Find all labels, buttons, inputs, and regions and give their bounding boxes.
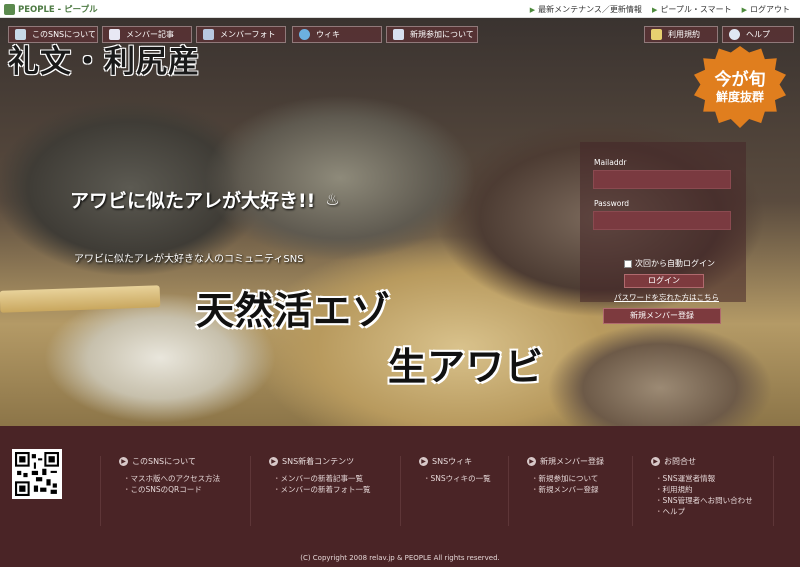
footer-col-signup: ▶ 新規メンバー登録 新規参加について 新規メンバー登録 <box>508 456 626 526</box>
arrow-icon: ▶ <box>651 5 658 14</box>
people-icon <box>393 29 404 40</box>
footer-link[interactable]: SNS運営者情報 <box>651 473 773 484</box>
nav-label: メンバー記事 <box>126 30 174 39</box>
copyright-text: (C) Copyright 2008 relav.jp & PEOPLE All… <box>300 554 500 562</box>
footer-link[interactable]: 利用規約 <box>651 484 773 495</box>
hot-spring-icon: ♨ <box>325 190 340 209</box>
link-label: ログアウト <box>750 5 790 14</box>
footer-heading: ▶ SNS新着コンテンツ <box>269 456 400 467</box>
brand-name: PEOPLE - ピープル <box>18 5 98 15</box>
nav-item-help[interactable]: ヘルプ <box>722 26 794 43</box>
document-icon <box>109 29 120 40</box>
hero-banner: 礼文・利尻産 このSNSについて メンバー記事 メンバーフォト ウィキ 新規参加… <box>0 18 800 426</box>
link-label: ピープル・スマート <box>660 5 732 14</box>
seal-line-1: 今が旬 <box>714 69 766 90</box>
footer-col-contact: ▶ お問合せ SNS運営者情報 利用規約 SNS管理者へお問い合わせ ヘルプ <box>632 456 774 526</box>
footer-col-about: ▶ このSNSについて マスホ版へのアクセス方法 このSNSのQRコード <box>100 456 250 526</box>
arrow-icon: ▶ <box>527 457 536 466</box>
nav-item-member-articles[interactable]: メンバー記事 <box>102 26 192 43</box>
footer-heading: ▶ SNSウィキ <box>419 456 500 467</box>
signup-button[interactable]: 新規メンバー登録 <box>603 308 721 324</box>
qr-code-icon <box>15 452 59 496</box>
hero-big-text-1: 天然活エゾ <box>196 289 392 333</box>
nav-item-wiki[interactable]: ウィキ <box>292 26 382 43</box>
nav-item-about-sns[interactable]: このSNSについて <box>8 26 98 43</box>
arrow-icon: ▶ <box>529 5 536 14</box>
link-maintenance-info[interactable]: ▶ 最新メンテナンス／更新情報 <box>530 4 642 15</box>
auto-login-toggle[interactable]: 次回から自動ログイン <box>624 258 715 269</box>
footer-link[interactable]: マスホ版へのアクセス方法 <box>119 473 250 484</box>
footer-heading-label: SNS新着コンテンツ <box>282 457 355 466</box>
auto-login-checkbox[interactable] <box>624 259 632 268</box>
arrow-icon: ▶ <box>269 457 278 466</box>
auto-login-label: 次回から自動ログイン <box>635 259 715 268</box>
top-links: ▶ 最新メンテナンス／更新情報 ▶ ピープル・スマート ▶ ログアウト <box>530 4 790 15</box>
footer-col-new-contents: ▶ SNS新着コンテンツ メンバーの新着記事一覧 メンバーの新着フォト一覧 <box>250 456 400 526</box>
mail-label: Mailaddr <box>594 158 627 167</box>
nav-item-member-photos[interactable]: メンバーフォト <box>196 26 286 43</box>
footer-link[interactable]: ヘルプ <box>651 506 773 517</box>
password-label: Password <box>594 199 630 208</box>
forgot-password-link[interactable]: パスワードを忘れた方はこちら <box>614 292 719 303</box>
people-logo-icon <box>4 3 15 15</box>
footer-link[interactable]: このSNSのQRコード <box>119 484 250 495</box>
nav-label: このSNSについて <box>32 30 96 39</box>
pen-icon <box>651 29 662 40</box>
footer-heading: ▶ 新規メンバー登録 <box>527 456 626 467</box>
nav-label: メンバーフォト <box>220 30 276 39</box>
link-people-smart[interactable]: ▶ ピープル・スマート <box>652 4 732 15</box>
nav-label: ウィキ <box>316 30 340 39</box>
season-seal-badge: 今が旬 鮮度抜群 <box>694 46 786 128</box>
person-icon <box>15 29 26 40</box>
hero-big-text-2: 生アワビ <box>388 345 545 389</box>
link-label: 最新メンテナンス／更新情報 <box>538 5 642 14</box>
top-bar: PEOPLE - ピープル ▶ 最新メンテナンス／更新情報 ▶ ピープル・スマート … <box>0 0 800 18</box>
footer-heading: ▶ お問合せ <box>651 456 773 467</box>
footer: ▶ このSNSについて マスホ版へのアクセス方法 このSNSのQRコード ▶ SNS… <box>0 426 800 567</box>
nav-label: 新規参加について <box>410 30 474 39</box>
catchphrase-text: アワビに似たアレが大好き!! <box>70 190 316 212</box>
footer-link[interactable]: SNSウィキの一覧 <box>419 473 500 484</box>
arrow-icon: ▶ <box>419 457 428 466</box>
footer-link[interactable]: 新規参加について <box>527 473 626 484</box>
footer-heading: ▶ このSNSについて <box>119 456 250 467</box>
arrow-icon: ▶ <box>741 5 747 14</box>
footer-link[interactable]: メンバーの新着フォト一覧 <box>269 484 400 495</box>
qr-code-image <box>12 449 62 499</box>
seal-line-2: 鮮度抜群 <box>715 89 764 104</box>
login-button[interactable]: ログイン <box>624 274 704 288</box>
footer-link[interactable]: 新規メンバー登録 <box>527 484 626 495</box>
password-input[interactable] <box>593 211 731 230</box>
footer-link[interactable]: メンバーの新着記事一覧 <box>269 473 400 484</box>
hero-catchphrase: アワビに似たアレが大好き!! ♨ <box>70 186 340 213</box>
help-icon <box>729 29 740 40</box>
nav-item-join-info[interactable]: 新規参加について <box>386 26 478 43</box>
mail-input[interactable] <box>593 170 731 189</box>
chopsticks-graphic <box>0 285 161 313</box>
photo-icon <box>203 29 214 40</box>
nav-item-terms[interactable]: 利用規約 <box>644 26 718 43</box>
arrow-icon: ▶ <box>119 457 128 466</box>
login-panel: Mailaddr Password 次回から自動ログイン ログイン パスワードを… <box>580 142 746 302</box>
footer-heading-label: SNSウィキ <box>432 457 473 466</box>
hero-subtitle: アワビに似たアレが大好きな人のコミュニティSNS <box>74 254 304 265</box>
footer-col-wiki: ▶ SNSウィキ SNSウィキの一覧 <box>400 456 500 526</box>
link-logout[interactable]: ▶ ログアウト <box>742 4 790 15</box>
footer-link[interactable]: SNS管理者へお問い合わせ <box>651 495 773 506</box>
footer-heading-label: 新規メンバー登録 <box>540 457 604 466</box>
footer-heading-label: このSNSについて <box>132 457 196 466</box>
brand-logo[interactable]: PEOPLE - ピープル <box>4 3 98 15</box>
nav-label: ヘルプ <box>746 30 770 39</box>
globe-icon <box>299 29 310 40</box>
footer-heading-label: お問合せ <box>664 457 696 466</box>
arrow-icon: ▶ <box>651 457 660 466</box>
nav-label: 利用規約 <box>668 30 700 39</box>
